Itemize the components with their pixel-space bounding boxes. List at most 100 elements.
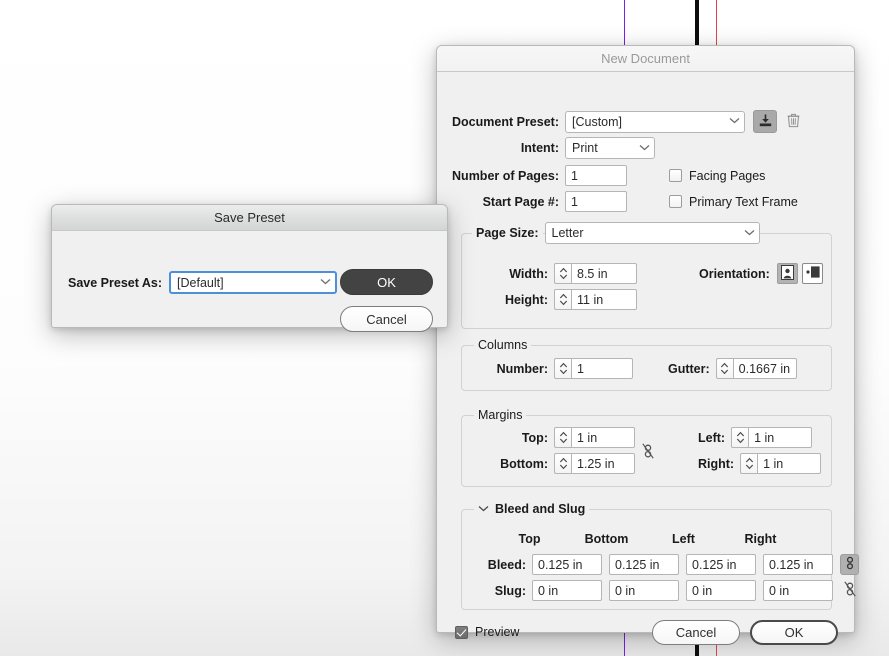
- bleed-link-button[interactable]: [840, 554, 859, 575]
- trash-icon: [787, 113, 800, 131]
- preview-checkbox[interactable]: [455, 625, 468, 639]
- columns-group-title: Columns: [474, 338, 532, 352]
- page-height-stepper[interactable]: 11 in: [554, 289, 637, 310]
- document-preset-combo[interactable]: [Custom]: [565, 110, 745, 133]
- stepper-arrows-icon[interactable]: [554, 358, 571, 379]
- save-preset-cancel-label: Cancel: [366, 311, 407, 327]
- slug-link-button[interactable]: [840, 580, 859, 601]
- broken-chain-link-icon: [641, 442, 655, 463]
- intent-combo[interactable]: Print: [565, 137, 655, 159]
- page-width-value: 8.5 in: [577, 266, 608, 281]
- save-preset-as-row: Save Preset As: [Default]: [68, 271, 338, 294]
- slug-top-input[interactable]: 0 in: [532, 580, 602, 601]
- gutter-value: 0.1667 in: [738, 361, 791, 376]
- bleed-row: Bleed: 0.125 in 0.125 in 0.125 in 0.125 …: [462, 554, 859, 575]
- page-size-combo[interactable]: Letter: [544, 222, 760, 244]
- margin-bottom-input[interactable]: 1.25 in: [571, 453, 635, 474]
- bleed-bottom-value: 0.125 in: [615, 557, 660, 572]
- save-preset-ok-button[interactable]: OK: [340, 269, 433, 295]
- page-width-stepper[interactable]: 8.5 in: [554, 263, 637, 284]
- margins-link-button[interactable]: [638, 442, 657, 463]
- number-of-pages-input[interactable]: 1: [565, 165, 627, 186]
- slug-right-input[interactable]: 0 in: [763, 580, 833, 601]
- landscape-orientation-icon: [804, 265, 821, 281]
- portrait-orientation-icon: [780, 264, 794, 283]
- bleed-and-slug-title: Bleed and Slug: [495, 502, 586, 516]
- margin-left-input[interactable]: 1 in: [748, 427, 813, 448]
- new-document-title: New Document: [601, 51, 690, 66]
- bleed-right-value: 0.125 in: [769, 557, 814, 572]
- bleed-slug-header-row: Top Bottom Left Right: [491, 532, 821, 546]
- stepper-arrows-icon[interactable]: [554, 289, 571, 310]
- chevron-down-icon: [729, 116, 740, 127]
- new-document-ok-button[interactable]: OK: [750, 620, 838, 645]
- slug-left-input[interactable]: 0 in: [686, 580, 756, 601]
- gutter-label: Gutter:: [668, 361, 710, 376]
- delete-preset-button[interactable]: [781, 110, 805, 133]
- save-preset-as-value: [Default]: [177, 275, 224, 290]
- chevron-down-icon: [744, 228, 755, 239]
- start-page-input[interactable]: 1: [565, 191, 627, 212]
- save-preset-button[interactable]: [753, 110, 777, 133]
- broken-chain-link-icon: [843, 580, 857, 601]
- bleed-slug-header-right: Right: [744, 532, 777, 546]
- bleed-top-input[interactable]: 0.125 in: [532, 554, 602, 575]
- facing-pages-row[interactable]: Facing Pages: [669, 169, 765, 183]
- facing-pages-checkbox[interactable]: [669, 169, 682, 182]
- stepper-arrows-icon[interactable]: [554, 427, 571, 448]
- stepper-arrows-icon[interactable]: [715, 358, 733, 379]
- margin-top-stepper[interactable]: 1 in: [554, 427, 635, 448]
- new-document-cancel-button[interactable]: Cancel: [652, 620, 740, 645]
- bleed-bottom-input[interactable]: 0.125 in: [609, 554, 679, 575]
- slug-left-value: 0 in: [692, 583, 713, 598]
- stepper-arrows-icon[interactable]: [554, 263, 571, 284]
- margin-left-stepper[interactable]: 1 in: [731, 427, 813, 448]
- bleed-left-input[interactable]: 0.125 in: [686, 554, 756, 575]
- gutter-stepper[interactable]: 0.1667 in: [715, 358, 797, 379]
- bleed-and-slug-group: Bleed and Slug Top Bottom Left Right Ble…: [461, 502, 859, 610]
- chevron-down-icon: [639, 143, 650, 154]
- bleed-slug-header-bottom: Bottom: [584, 532, 629, 546]
- slug-bottom-input[interactable]: 0 in: [609, 580, 679, 601]
- page-width-input[interactable]: 8.5 in: [571, 263, 637, 284]
- new-document-titlebar[interactable]: New Document: [437, 46, 854, 72]
- gutter-input[interactable]: 0.1667 in: [732, 358, 797, 379]
- page-height-input[interactable]: 11 in: [571, 289, 637, 310]
- page-size-label: Page Size:: [472, 226, 543, 240]
- margin-right-stepper[interactable]: 1 in: [740, 453, 822, 474]
- orientation-label: Orientation:: [699, 266, 770, 281]
- save-preset-body: Save Preset As: [Default] OK Cancel: [52, 231, 447, 332]
- preview-row[interactable]: Preview: [455, 625, 519, 639]
- stepper-arrows-icon[interactable]: [740, 453, 758, 474]
- save-preset-cancel-button[interactable]: Cancel: [340, 306, 433, 332]
- margin-right-input[interactable]: 1 in: [757, 453, 822, 474]
- page-width-row: Width: 8.5 in Orientation:: [462, 263, 823, 284]
- columns-number-stepper[interactable]: 1: [554, 358, 633, 379]
- stepper-arrows-icon[interactable]: [731, 427, 749, 448]
- columns-group: Columns Number: 1 Gutter: 0.1667 in: [461, 338, 832, 391]
- save-preset-titlebar[interactable]: Save Preset: [52, 205, 447, 231]
- chevron-down-icon: [320, 277, 331, 288]
- primary-text-frame-row[interactable]: Primary Text Frame: [669, 195, 798, 209]
- columns-number-input[interactable]: 1: [571, 358, 633, 379]
- chevron-down-icon[interactable]: [478, 504, 489, 515]
- start-page-label: Start Page #:: [482, 194, 559, 209]
- page-size-group: Page Size: Letter Width: 8.5 in Orientat…: [461, 222, 832, 329]
- bleed-and-slug-header[interactable]: Bleed and Slug: [474, 502, 590, 516]
- save-preset-as-label: Save Preset As:: [68, 275, 163, 290]
- save-preset-icon: [758, 113, 773, 131]
- bleed-right-input[interactable]: 0.125 in: [763, 554, 833, 575]
- save-preset-as-combo[interactable]: [Default]: [169, 271, 338, 294]
- bleed-label: Bleed:: [487, 557, 526, 572]
- preview-label: Preview: [475, 625, 520, 639]
- columns-number-label: Number:: [496, 361, 548, 376]
- stepper-arrows-icon[interactable]: [554, 453, 571, 474]
- landscape-orientation-button[interactable]: [801, 263, 823, 284]
- margin-bottom-stepper[interactable]: 1.25 in: [554, 453, 635, 474]
- slug-right-value: 0 in: [769, 583, 790, 598]
- margins-group: Margins Top: 1 in Left: 1 in Bottom: 1.2…: [461, 408, 832, 487]
- margin-bottom-label: Bottom:: [500, 456, 548, 471]
- portrait-orientation-button[interactable]: [776, 263, 798, 284]
- primary-text-frame-checkbox[interactable]: [669, 195, 682, 208]
- margin-top-input[interactable]: 1 in: [571, 427, 635, 448]
